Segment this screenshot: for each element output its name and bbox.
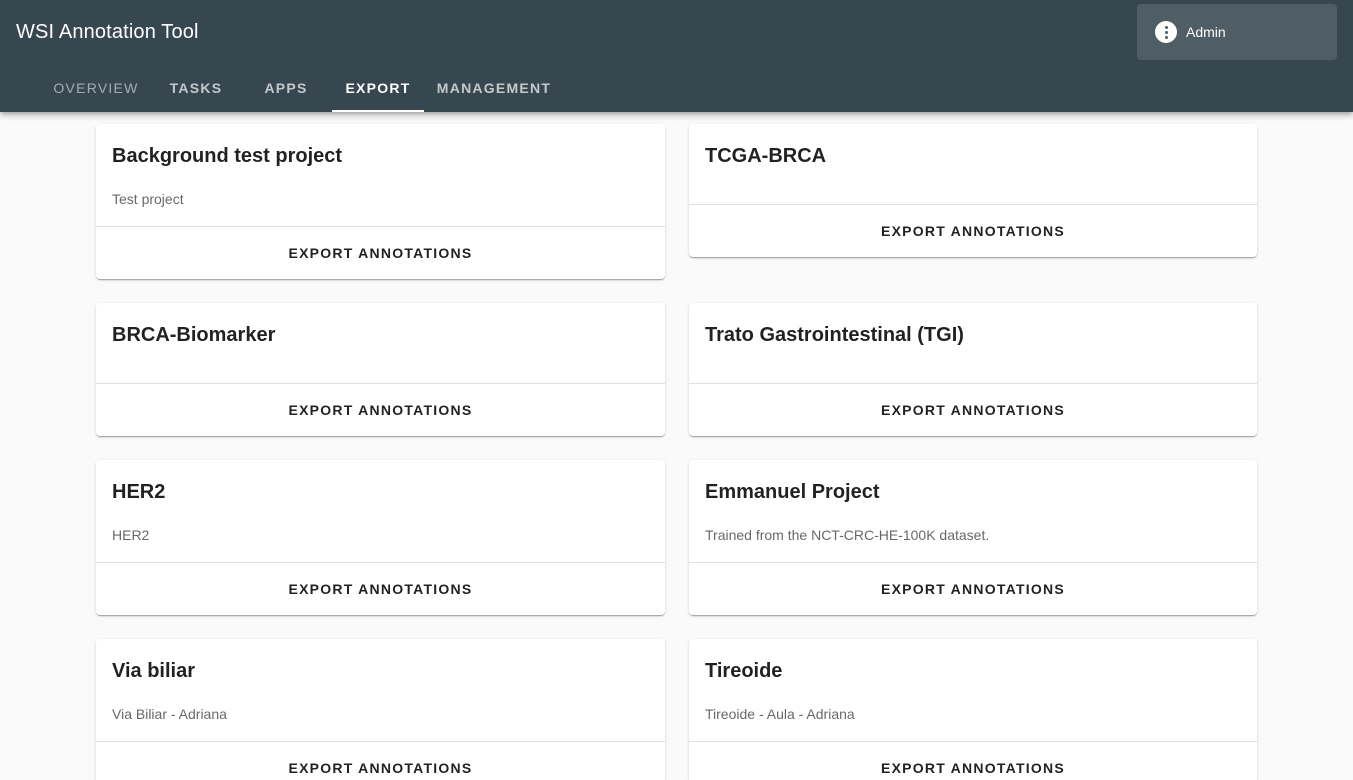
project-card: Background test project Test project EXP… xyxy=(96,124,665,279)
project-title: HER2 xyxy=(112,481,166,503)
project-title: Trato Gastrointestinal (TGI) xyxy=(705,324,964,346)
project-card: Via biliar Via Biliar - Adriana EXPORT A… xyxy=(96,639,665,780)
more-vert-icon xyxy=(1155,21,1177,43)
export-annotations-button[interactable]: EXPORT ANNOTATIONS xyxy=(689,742,1257,780)
export-annotations-button[interactable]: EXPORT ANNOTATIONS xyxy=(96,227,665,279)
tab-overview[interactable]: OVERVIEW xyxy=(48,64,144,112)
project-card: Trato Gastrointestinal (TGI) EXPORT ANNO… xyxy=(689,303,1257,436)
tab-management[interactable]: MANAGEMENT xyxy=(432,64,556,112)
project-description: HER2 xyxy=(112,527,150,543)
export-annotations-button[interactable]: EXPORT ANNOTATIONS xyxy=(96,563,665,615)
app-bar: WSI Annotation Tool Admin OVERVIEW TASKS… xyxy=(0,0,1353,112)
project-description: Trained from the NCT-CRC-HE-100K dataset… xyxy=(705,527,990,543)
project-description: Test project xyxy=(112,191,184,207)
export-annotations-button[interactable]: EXPORT ANNOTATIONS xyxy=(689,563,1257,615)
project-card: Emmanuel Project Trained from the NCT-CR… xyxy=(689,460,1257,615)
project-card: TCGA-BRCA EXPORT ANNOTATIONS xyxy=(689,124,1257,257)
project-title: BRCA-Biomarker xyxy=(112,324,276,346)
user-menu-button[interactable]: Admin xyxy=(1137,4,1337,60)
export-annotations-button[interactable]: EXPORT ANNOTATIONS xyxy=(96,742,665,780)
export-annotations-button[interactable]: EXPORT ANNOTATIONS xyxy=(96,384,665,436)
project-card: Tireoide Tireoide - Aula - Adriana EXPOR… xyxy=(689,639,1257,780)
project-description: Tireoide - Aula - Adriana xyxy=(705,706,855,722)
tab-export[interactable]: EXPORT xyxy=(332,64,424,112)
project-title: Background test project xyxy=(112,145,343,167)
export-annotations-button[interactable]: EXPORT ANNOTATIONS xyxy=(689,205,1257,257)
project-title: Emmanuel Project xyxy=(705,481,880,503)
tab-apps[interactable]: APPS xyxy=(252,64,320,112)
project-title: TCGA-BRCA xyxy=(705,145,827,167)
app-title: WSI Annotation Tool xyxy=(16,21,199,43)
user-name: Admin xyxy=(1186,24,1226,40)
export-annotations-button[interactable]: EXPORT ANNOTATIONS xyxy=(689,384,1257,436)
project-title: Via biliar xyxy=(112,660,196,682)
project-card: HER2 HER2 EXPORT ANNOTATIONS xyxy=(96,460,665,615)
tab-bar: OVERVIEW TASKS APPS EXPORT MANAGEMENT xyxy=(0,64,700,112)
project-card: BRCA-Biomarker EXPORT ANNOTATIONS xyxy=(96,303,665,436)
project-title: Tireoide xyxy=(705,660,783,682)
project-description: Via Biliar - Adriana xyxy=(112,706,227,722)
tab-tasks[interactable]: TASKS xyxy=(156,64,236,112)
